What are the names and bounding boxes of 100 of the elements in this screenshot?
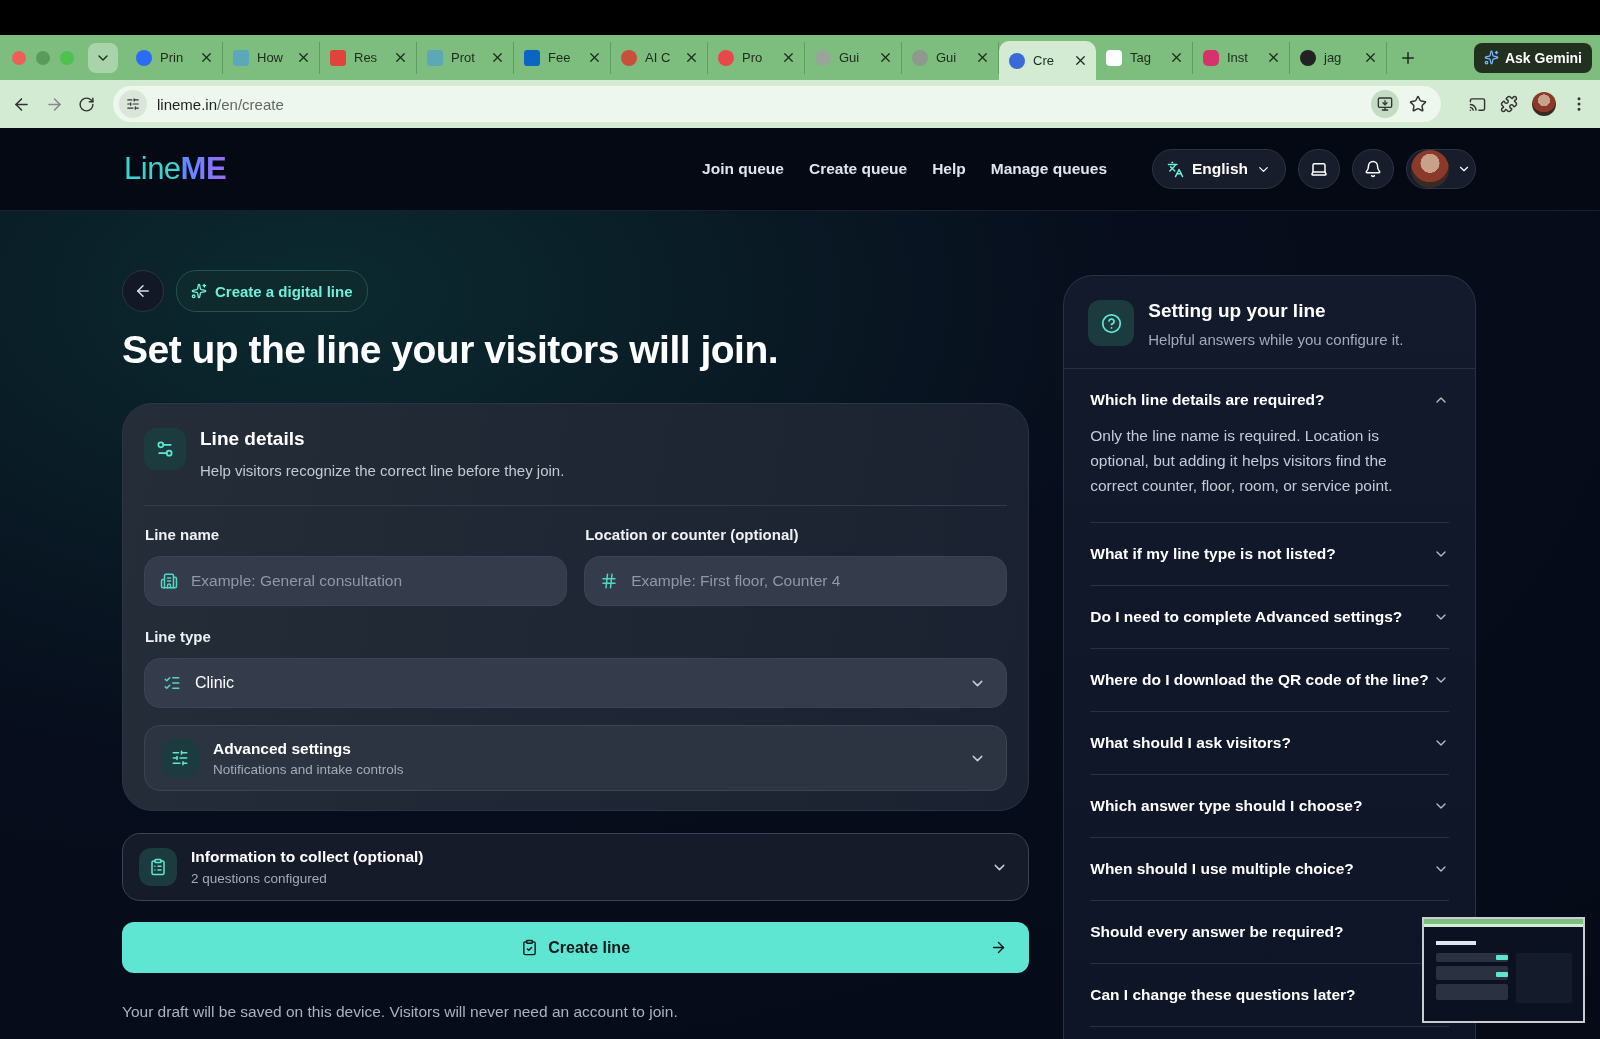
- close-icon[interactable]: [1169, 50, 1184, 65]
- create-line-button[interactable]: Create line: [122, 922, 1030, 973]
- clipboard-check-icon: [521, 939, 539, 956]
- browser-tab[interactable]: Pro: [708, 41, 805, 74]
- close-icon[interactable]: [1266, 50, 1281, 65]
- faq-question[interactable]: Can I change these questions later?: [1090, 986, 1449, 1004]
- faq-answer: Only the line name is required. Location is optional, but adding it helps visitors find the correct counter, floor, room, or service point.: [1090, 426, 1394, 496]
- translate-icon: [1167, 160, 1184, 178]
- draft-note: Your draft will be saved on this device. Visitors will never need an account to join.: [122, 1003, 679, 1021]
- sliders-icon: [161, 739, 199, 777]
- close-icon[interactable]: [684, 50, 699, 65]
- field-label: Location or counter (optional): [585, 526, 800, 543]
- screenshot-thumbnail-toast[interactable]: [1422, 917, 1585, 1023]
- browser-tab[interactable]: Prin: [126, 41, 223, 74]
- favicon-icon: [427, 49, 443, 66]
- browser-tab[interactable]: Tag: [1096, 41, 1193, 74]
- advanced-settings-toggle[interactable]: Advanced settings Notifications and intake controls: [144, 725, 1008, 791]
- browser-tab[interactable]: Gui: [902, 41, 999, 74]
- favicon-icon: [330, 49, 346, 66]
- close-icon[interactable]: [1073, 53, 1088, 68]
- browser-tab[interactable]: Fee: [514, 41, 611, 74]
- extensions-icon[interactable]: [1500, 95, 1518, 113]
- faq-question[interactable]: What if my line type is not listed?: [1090, 545, 1449, 563]
- cast-icon[interactable]: [1469, 95, 1486, 113]
- panel-title: Setting up your line: [1148, 300, 1327, 322]
- browser-tab[interactable]: AI C: [611, 41, 708, 74]
- avatar-icon: [1411, 150, 1449, 188]
- input-field[interactable]: Example: General consultation: [144, 556, 568, 606]
- tab-search-button[interactable]: [88, 42, 118, 73]
- browser-tab[interactable]: Inst: [1193, 41, 1290, 74]
- close-icon[interactable]: [781, 50, 796, 65]
- install-icon[interactable]: [1371, 90, 1399, 118]
- clipboard-icon: [139, 848, 177, 886]
- panel-subtitle: Helpful answers while you configure it.: [1148, 331, 1404, 348]
- faq-question[interactable]: What should I ask visitors?: [1090, 734, 1449, 752]
- close-icon[interactable]: [1363, 50, 1378, 65]
- close-icon[interactable]: [587, 50, 602, 65]
- notifications-button[interactable]: [1352, 149, 1394, 189]
- close-icon[interactable]: [878, 50, 893, 65]
- hash-icon: [600, 572, 619, 590]
- ask-gemini-button[interactable]: Ask Gemini: [1473, 42, 1592, 73]
- building-icon: [160, 572, 178, 590]
- faq-question[interactable]: Where do I download the QR code of the line?: [1090, 671, 1449, 689]
- sparkle-icon: [1483, 50, 1499, 65]
- bookmark-star-icon[interactable]: [1409, 95, 1427, 113]
- favicon-icon: [718, 49, 734, 66]
- nav-link[interactable]: Create queue: [808, 160, 908, 178]
- close-icon[interactable]: [199, 50, 214, 65]
- browser-tab[interactable]: Cre: [999, 40, 1096, 81]
- card-subtitle: Help visitors recognize the correct line before they join.: [200, 462, 565, 479]
- nav-link[interactable]: Help: [932, 160, 966, 178]
- favicon-icon: [621, 49, 637, 66]
- list-icon: [163, 674, 181, 692]
- close-icon[interactable]: [490, 50, 505, 65]
- faq-question[interactable]: Which line details are required?: [1090, 391, 1449, 409]
- bell-icon: [1364, 160, 1382, 178]
- close-icon[interactable]: [296, 50, 311, 65]
- address-bar[interactable]: lineme.in/en/create: [113, 86, 1441, 122]
- favicon-icon: [1009, 52, 1025, 69]
- field-label: Line name: [145, 526, 221, 543]
- favicon-icon: [524, 49, 540, 66]
- browser-tab[interactable]: Prot: [417, 41, 514, 74]
- faq-question[interactable]: Which answer type should I choose?: [1090, 797, 1449, 815]
- favicon-icon: [136, 49, 152, 66]
- line-type-select[interactable]: Clinic: [144, 658, 1008, 708]
- collect-info-toggle[interactable]: Information to collect (optional) 2 questions configured: [122, 833, 1030, 901]
- account-menu-button[interactable]: [1406, 149, 1476, 189]
- logo[interactable]: LineME: [124, 151, 227, 187]
- faq-question[interactable]: Should every answer be required?: [1090, 923, 1449, 941]
- settings-icon: [144, 428, 186, 470]
- site-settings-icon[interactable]: [119, 90, 147, 118]
- input-field[interactable]: Example: First floor, Counter 4: [584, 556, 1008, 606]
- page-heading: Set up the line your visitors will join.: [122, 328, 780, 372]
- favicon-icon: [1203, 49, 1219, 66]
- browser-tab[interactable]: How: [223, 41, 320, 74]
- sparkle-icon: [191, 283, 207, 299]
- favicon-icon: [233, 49, 249, 66]
- card-title: Line details: [200, 428, 306, 450]
- favicon-icon: [815, 49, 831, 66]
- close-icon[interactable]: [975, 50, 990, 65]
- favicon-icon: [1300, 49, 1316, 66]
- page-badge: Create a digital line: [176, 270, 368, 312]
- browser-tab[interactable]: Gui: [805, 41, 902, 74]
- close-icon[interactable]: [393, 50, 408, 65]
- nav-link[interactable]: Manage queues: [990, 160, 1107, 178]
- reload-icon[interactable]: [78, 95, 95, 113]
- faq-question[interactable]: When should I use multiple choice?: [1090, 860, 1449, 878]
- favicon-icon: [1106, 49, 1122, 66]
- laptop-icon: [1310, 160, 1328, 178]
- language-select[interactable]: English: [1152, 149, 1286, 189]
- faq-question[interactable]: Do I need to complete Advanced settings?: [1090, 608, 1449, 626]
- back-button[interactable]: [122, 270, 164, 312]
- browser-tab[interactable]: jag: [1290, 41, 1387, 74]
- browser-tab[interactable]: Res: [320, 41, 417, 74]
- field-label: Line type: [145, 628, 212, 645]
- favicon-icon: [912, 49, 928, 66]
- device-button[interactable]: [1298, 149, 1340, 189]
- nav-link[interactable]: Join queue: [702, 160, 784, 178]
- help-icon: [1088, 300, 1135, 346]
- profile-avatar-icon[interactable]: [1532, 92, 1556, 116]
